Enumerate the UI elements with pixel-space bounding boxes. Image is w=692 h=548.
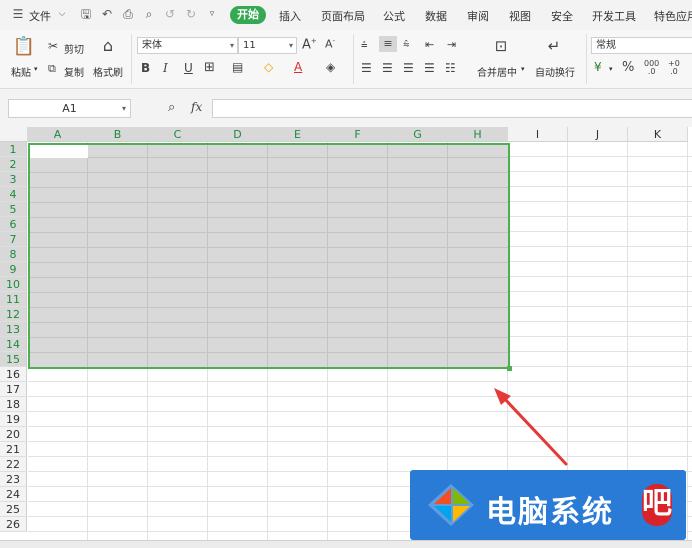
arrow-shaft <box>500 394 568 466</box>
watermark-logo: 电脑系统 吧 <box>410 470 686 540</box>
annotation-arrow <box>494 388 568 466</box>
windows-logo-icon <box>428 484 474 526</box>
watermark-text: 电脑系统 <box>486 495 614 530</box>
watermark-last-char: 吧 <box>642 484 672 526</box>
